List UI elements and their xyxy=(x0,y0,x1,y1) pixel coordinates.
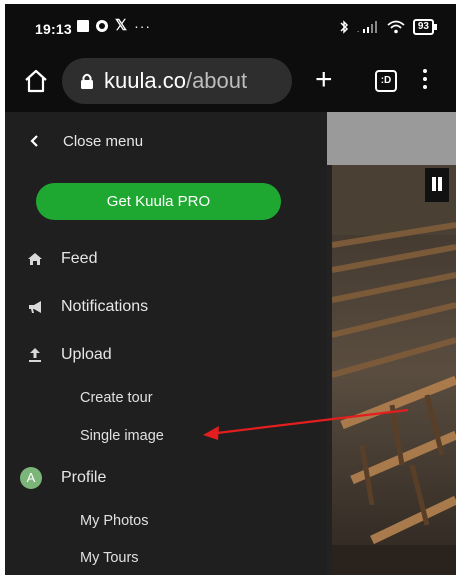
submenu-my-photos[interactable]: My Photos xyxy=(80,513,149,529)
page-content xyxy=(327,112,456,575)
more-notifications-icon: ··· xyxy=(134,18,152,34)
url-domain: kuula.co xyxy=(104,68,186,93)
page-header-area xyxy=(327,112,456,165)
chevron-left-icon xyxy=(30,135,38,147)
lock-icon xyxy=(81,73,93,89)
menu-item-label: Feed xyxy=(61,250,98,267)
system-icons: . 93 xyxy=(339,19,438,35)
menu-item-label: Notifications xyxy=(61,298,149,315)
church-pews-photo xyxy=(332,165,456,575)
address-bar[interactable]: kuula.co/about xyxy=(62,58,292,104)
app-notification-icon xyxy=(77,20,89,32)
overflow-menu-icon[interactable] xyxy=(421,66,429,94)
wifi-icon xyxy=(387,20,405,34)
notification-icons: 𝕏 ··· xyxy=(77,17,152,34)
close-menu-label: Close menu xyxy=(63,132,144,150)
pause-icon[interactable] xyxy=(425,168,449,202)
bluetooth-icon xyxy=(340,20,348,34)
url-path: /about xyxy=(185,68,248,93)
megaphone-icon xyxy=(25,297,45,317)
submenu-my-tours[interactable]: My Tours xyxy=(80,550,139,566)
side-menu: Close menu Get Kuula PRO Feed Notificati… xyxy=(5,112,327,575)
chrome-notification-icon xyxy=(96,20,108,32)
home-icon xyxy=(25,249,45,269)
upload-icon xyxy=(25,345,45,365)
browser-toolbar: kuula.co/about + :D xyxy=(5,52,456,112)
status-bar: 19:13 𝕏 ··· . 93 xyxy=(5,4,456,50)
home-icon[interactable] xyxy=(22,67,50,95)
submenu-single-image[interactable]: Single image xyxy=(80,428,164,444)
avatar: A xyxy=(20,467,42,489)
signal-icon: . xyxy=(357,21,377,33)
status-time: 19:13 xyxy=(35,21,72,37)
battery-icon: 93 xyxy=(412,19,438,35)
menu-item-label: Profile xyxy=(61,469,107,486)
menu-item-upload[interactable]: Upload xyxy=(5,340,327,370)
get-pro-button[interactable]: Get Kuula PRO xyxy=(36,183,281,220)
menu-item-feed[interactable]: Feed xyxy=(5,244,327,274)
new-tab-icon[interactable]: + xyxy=(315,65,333,95)
svg-text:.: . xyxy=(357,26,359,33)
url-text: kuula.co/about xyxy=(104,68,247,94)
x-app-icon: 𝕏 xyxy=(115,17,128,34)
close-menu-button[interactable]: Close menu xyxy=(5,124,327,158)
menu-item-label: Upload xyxy=(61,346,112,363)
menu-item-profile[interactable]: A Profile xyxy=(5,463,327,493)
phone-screen: 19:13 𝕏 ··· . 93 kuula.co/about +:D Clo… xyxy=(5,4,456,575)
menu-item-notifications[interactable]: Notifications xyxy=(5,292,327,322)
tab-switcher-button[interactable]: :D xyxy=(375,70,397,92)
submenu-create-tour[interactable]: Create tour xyxy=(80,390,153,406)
